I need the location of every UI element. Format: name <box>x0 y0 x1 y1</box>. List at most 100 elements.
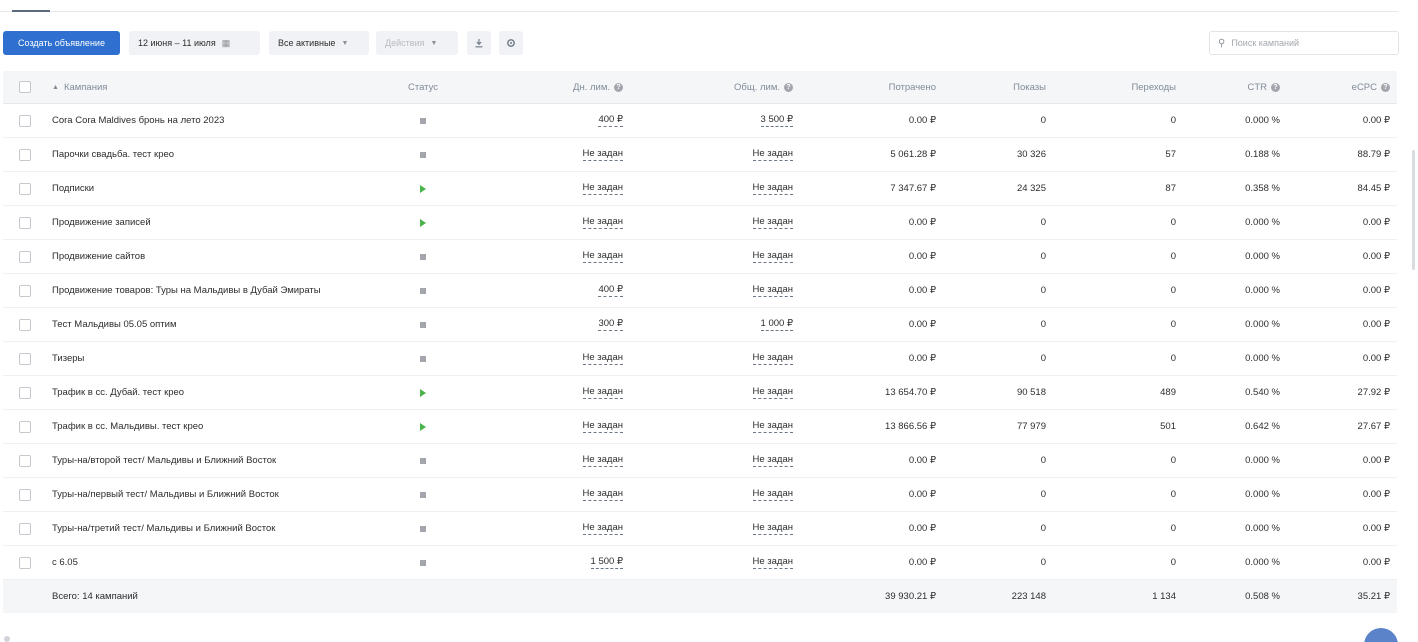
campaign-name[interactable]: Тест Мальдивы 05.05 оптим <box>52 308 382 341</box>
day-limit-link[interactable]: 1 500 ₽ <box>590 556 623 569</box>
campaign-status[interactable] <box>373 546 473 579</box>
campaign-name[interactable]: Туры-на/третий тест/ Мальдивы и Ближний … <box>52 512 382 545</box>
campaign-status[interactable] <box>373 410 473 443</box>
day-limit[interactable]: 400 ₽ <box>473 274 623 307</box>
row-checkbox[interactable] <box>19 352 31 365</box>
day-limit-link[interactable]: 300 ₽ <box>598 318 623 331</box>
day-limit[interactable]: 1 500 ₽ <box>473 546 623 579</box>
campaign-name[interactable]: Трафик в сс. Дубай. тест крео <box>52 376 382 409</box>
campaign-name[interactable]: Продвижение товаров: Туры на Мальдивы в … <box>52 274 382 307</box>
campaign-status[interactable] <box>373 444 473 477</box>
select-all-checkbox[interactable] <box>19 81 31 93</box>
search-input[interactable] <box>1231 38 1382 48</box>
day-limit-link[interactable]: Не задан <box>582 488 623 501</box>
total-limit[interactable]: Не задан <box>623 206 793 239</box>
header-campaign[interactable]: ▲ Кампания <box>52 71 382 103</box>
total-limit-link[interactable]: Не задан <box>752 182 793 195</box>
day-limit-link[interactable]: Не задан <box>582 216 623 229</box>
total-limit[interactable]: Не задан <box>623 376 793 409</box>
total-limit-link[interactable]: Не задан <box>752 488 793 501</box>
total-limit-link[interactable]: Не задан <box>752 386 793 399</box>
day-limit-link[interactable]: Не задан <box>582 352 623 365</box>
row-checkbox[interactable] <box>19 420 31 433</box>
info-icon[interactable]: ? <box>1381 82 1390 92</box>
day-limit-link[interactable]: Не задан <box>582 182 623 195</box>
total-limit-link[interactable]: Не задан <box>752 454 793 467</box>
header-ctr[interactable]: CTR? <box>1176 71 1280 103</box>
day-limit-link[interactable]: 400 ₽ <box>598 114 623 127</box>
header-ecpc[interactable]: eCPC? <box>1280 71 1390 103</box>
day-limit-link[interactable]: Не задан <box>582 420 623 433</box>
total-limit[interactable]: Не задан <box>623 444 793 477</box>
header-total-limit[interactable]: Общ. лим.? <box>623 71 793 103</box>
campaign-name[interactable]: Cora Cora Maldives бронь на лето 2023 <box>52 104 382 137</box>
row-checkbox[interactable] <box>19 488 31 501</box>
total-limit-link[interactable]: Не задан <box>752 352 793 365</box>
day-limit[interactable]: Не задан <box>473 172 623 205</box>
table-row[interactable]: Cora Cora Maldives бронь на лето 2023 400… <box>3 104 1397 138</box>
campaign-status[interactable] <box>373 240 473 273</box>
day-limit[interactable]: Не задан <box>473 410 623 443</box>
campaign-status[interactable] <box>373 206 473 239</box>
row-checkbox[interactable] <box>19 454 31 467</box>
table-row[interactable]: с 6.05 1 500 ₽ Не задан 0.00 ₽ 0 0 0.000 % 0.00… <box>3 546 1397 580</box>
total-limit[interactable]: 1 000 ₽ <box>623 308 793 341</box>
table-row[interactable]: Продвижение записей Не задан Не задан 0.00 … <box>3 206 1397 240</box>
campaign-name[interactable]: Подписки <box>52 172 382 205</box>
day-limit[interactable]: Не задан <box>473 478 623 511</box>
actions-dropdown[interactable]: Действия ▼ <box>376 31 458 55</box>
total-limit-link[interactable]: 1 000 ₽ <box>760 318 793 331</box>
row-checkbox[interactable] <box>19 250 31 263</box>
help-button[interactable] <box>1364 628 1398 642</box>
settings-button[interactable] <box>499 31 523 55</box>
table-row[interactable]: Трафик в сс. Мальдивы. тест крео Не задан… <box>3 410 1397 444</box>
campaign-status[interactable] <box>373 172 473 205</box>
create-ad-button[interactable]: Создать объявление <box>3 31 120 55</box>
campaign-name[interactable]: Туры-на/первый тест/ Мальдивы и Ближний … <box>52 478 382 511</box>
day-limit[interactable]: 300 ₽ <box>473 308 623 341</box>
total-limit-link[interactable]: Не задан <box>752 148 793 161</box>
table-row[interactable]: Подписки Не задан Не задан 7 347.67 ₽ 24 325… <box>3 172 1397 206</box>
campaign-status[interactable] <box>373 342 473 375</box>
table-row[interactable]: Продвижение товаров: Туры на Мальдивы в … <box>3 274 1397 308</box>
table-row[interactable]: Туры-на/второй тест/ Мальдивы и Ближний … <box>3 444 1397 478</box>
status-filter-dropdown[interactable]: Все активные ▼ <box>269 31 369 55</box>
row-checkbox[interactable] <box>19 148 31 161</box>
info-icon[interactable]: ? <box>784 82 793 92</box>
campaign-name[interactable]: Продвижение записей <box>52 206 382 239</box>
total-limit[interactable]: Не задан <box>623 240 793 273</box>
table-row[interactable]: Туры-на/первый тест/ Мальдивы и Ближний … <box>3 478 1397 512</box>
day-limit[interactable]: Не задан <box>473 342 623 375</box>
total-limit-link[interactable]: Не задан <box>752 250 793 263</box>
campaign-name[interactable]: Продвижение сайтов <box>52 240 382 273</box>
header-clicks[interactable]: Переходы <box>1046 71 1176 103</box>
day-limit[interactable]: Не задан <box>473 240 623 273</box>
campaign-name[interactable]: Парочки свадьба. тест крео <box>52 138 382 171</box>
day-limit[interactable]: Не задан <box>473 512 623 545</box>
table-row[interactable]: Трафик в сс. Дубай. тест крео Не задан Не … <box>3 376 1397 410</box>
table-row[interactable]: Тизеры Не задан Не задан 0.00 ₽ 0 0 0.000 % 0.0… <box>3 342 1397 376</box>
day-limit-link[interactable]: 400 ₽ <box>598 284 623 297</box>
table-row[interactable]: Парочки свадьба. тест крео Не задан Не зад… <box>3 138 1397 172</box>
campaign-status[interactable] <box>373 104 473 137</box>
day-limit-link[interactable]: Не задан <box>582 148 623 161</box>
row-checkbox[interactable] <box>19 318 31 331</box>
header-spent[interactable]: Потрачено <box>793 71 936 103</box>
campaign-status[interactable] <box>373 274 473 307</box>
row-checkbox[interactable] <box>19 386 31 399</box>
campaign-status[interactable] <box>373 376 473 409</box>
date-range-picker[interactable]: 12 июня – 11 июля ▦ <box>129 31 260 55</box>
table-row[interactable]: Туры-на/третий тест/ Мальдивы и Ближний … <box>3 512 1397 546</box>
total-limit[interactable]: Не задан <box>623 342 793 375</box>
day-limit[interactable]: Не задан <box>473 376 623 409</box>
total-limit-link[interactable]: Не задан <box>752 556 793 569</box>
total-limit[interactable]: Не задан <box>623 172 793 205</box>
row-checkbox[interactable] <box>19 284 31 297</box>
row-checkbox[interactable] <box>19 216 31 229</box>
total-limit-link[interactable]: Не задан <box>752 420 793 433</box>
row-checkbox[interactable] <box>19 114 31 127</box>
day-limit-link[interactable]: Не задан <box>582 386 623 399</box>
export-button[interactable] <box>467 31 491 55</box>
info-icon[interactable]: ? <box>1271 82 1280 92</box>
total-limit[interactable]: Не задан <box>623 138 793 171</box>
